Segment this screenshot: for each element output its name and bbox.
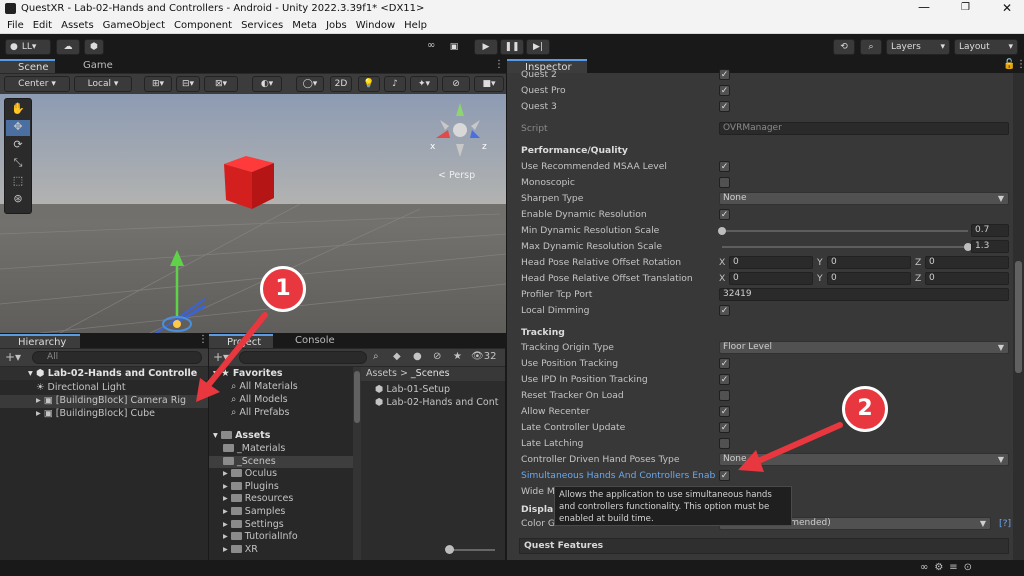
annotation-arrows — [196, 312, 843, 472]
annotation-badge-2: 2 — [842, 386, 888, 432]
annotation-badge-1: 1 — [260, 266, 306, 312]
